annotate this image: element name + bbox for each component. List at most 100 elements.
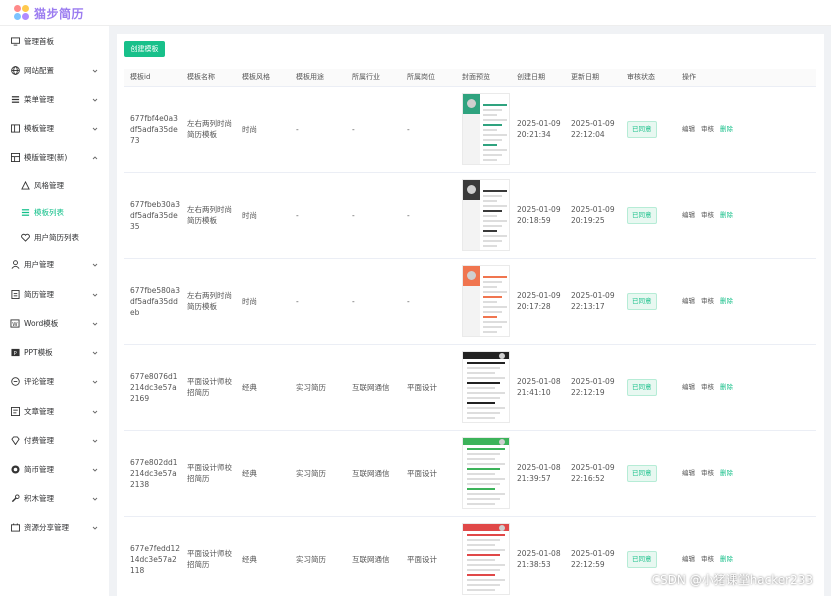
updated-date: 2025-01-09 22:12:19 [565, 344, 621, 431]
preview-text-line [467, 478, 505, 480]
chevron-down-icon [92, 320, 98, 326]
delete-button[interactable]: 删除 [720, 555, 733, 563]
template-table: 模板id 模板名称 模板风格 模板用途 所属行业 所属岗位 封面预览 创建日期 更新日期 审核状态… [124, 69, 816, 596]
sidebar-item[interactable]: 付费管理 [0, 428, 109, 452]
review-button[interactable]: 审核 [701, 125, 714, 133]
review-status-cell: 已同意 [621, 86, 676, 173]
template-style: 时尚 [236, 258, 290, 345]
status-badge: 已同意 [627, 464, 657, 482]
preview-text-line [483, 139, 502, 141]
sidebar: 管理首板网站配置菜单管理模板管理模版管理(新) 风格管理模板列表 用户简历列表 用户管… [0, 26, 109, 596]
review-button[interactable]: 审核 [701, 211, 714, 219]
template-industry: 互联网通信 [346, 430, 401, 517]
ppt-icon: P [10, 347, 20, 357]
cover-preview-image[interactable] [462, 179, 510, 251]
user-icon [10, 259, 20, 269]
preview-text-line [467, 498, 500, 500]
sidebar-item[interactable]: 评论管理 [0, 369, 109, 393]
sidebar-item[interactable]: 文章管理 [0, 399, 109, 423]
cover-preview-image[interactable] [462, 93, 510, 165]
sidebar-item[interactable]: 资源分享管理 [0, 515, 109, 539]
sidebar-item[interactable]: 风格管理 [0, 173, 109, 197]
sidebar-item[interactable]: 模板列表 [0, 200, 109, 224]
preview-text-line [483, 225, 502, 227]
edit-button[interactable]: 编辑 [682, 125, 695, 133]
app-logo[interactable]: 猫步简历 [14, 4, 84, 22]
review-button[interactable]: 审核 [701, 383, 714, 391]
sidebar-item[interactable]: 用户管理 [0, 252, 109, 276]
sidebar-item-label: 模版管理(新) [24, 152, 68, 162]
cover-preview-image[interactable] [462, 265, 510, 337]
updated-date: 2025-01-09 20:19:25 [565, 172, 621, 259]
delete-button[interactable]: 删除 [720, 125, 733, 133]
chevron-down-icon [92, 349, 98, 355]
sidebar-item[interactable]: 模版管理(新) [0, 145, 109, 169]
preview-text-line [467, 554, 500, 556]
review-button[interactable]: 审核 [701, 469, 714, 477]
sidebar-item[interactable]: 简历管理 [0, 282, 109, 306]
preview-text-line [467, 584, 500, 586]
article-icon [10, 406, 20, 416]
preview-avatar [467, 185, 476, 194]
preview-text-line [483, 230, 497, 232]
delete-button[interactable]: 删除 [720, 211, 733, 219]
delete-button[interactable]: 删除 [720, 469, 733, 477]
sidebar-item[interactable]: P PPT模板 [0, 340, 109, 364]
created-date: 2025-01-08 21:41:10 [511, 344, 565, 431]
edit-button[interactable]: 编辑 [682, 383, 695, 391]
actions-cell: 编辑 审核 删除 [676, 86, 816, 173]
edit-button[interactable]: 编辑 [682, 297, 695, 305]
sidebar-item-label: Word模板 [24, 318, 59, 328]
logo-icon [14, 5, 30, 21]
sidebar-item[interactable]: W Word模板 [0, 311, 109, 335]
sidebar-item[interactable]: 积木管理 [0, 486, 109, 510]
preview-text-line [467, 549, 505, 551]
template-position: - [401, 86, 456, 173]
column-header: 所属岗位 [401, 69, 456, 87]
template-position: - [401, 172, 456, 259]
cover-preview-image[interactable] [462, 523, 510, 595]
column-header: 所属行业 [346, 69, 401, 87]
updated-date: 2025-01-09 22:13:17 [565, 258, 621, 345]
delete-button[interactable]: 删除 [720, 383, 733, 391]
svg-text:P: P [13, 350, 16, 356]
edit-button[interactable]: 编辑 [682, 211, 695, 219]
create-template-button[interactable]: 创建模板 [124, 41, 165, 57]
preview-text-line [467, 382, 500, 384]
edit-button[interactable]: 编辑 [682, 555, 695, 563]
template-style: 经典 [236, 344, 290, 431]
template-usage: 实习简历 [290, 516, 346, 596]
preview-text-line [483, 124, 502, 126]
delete-button[interactable]: 删除 [720, 297, 733, 305]
sidebar-item[interactable]: 管理首板 [0, 29, 109, 53]
actions-cell: 编辑 审核 删除 [676, 344, 816, 431]
sidebar-item[interactable]: 简币管理 [0, 457, 109, 481]
sidebar-item-label: 简币管理 [24, 464, 54, 474]
preview-text-line [467, 453, 500, 455]
preview-text-line [467, 503, 495, 505]
status-badge: 已同意 [627, 550, 657, 568]
sidebar-item[interactable]: 用户简历列表 [0, 225, 109, 249]
cover-preview-cell [456, 86, 511, 173]
review-button[interactable]: 审核 [701, 555, 714, 563]
sidebar-item[interactable]: 菜单管理 [0, 87, 109, 111]
review-status-cell: 已同意 [621, 344, 676, 431]
sidebar-item-label: 模板管理 [24, 123, 54, 133]
sidebar-item[interactable]: 网站配置 [0, 58, 109, 82]
sidebar-item-label: 评论管理 [24, 376, 54, 386]
word-icon: W [10, 318, 20, 328]
column-header: 操作 [676, 69, 816, 87]
review-button[interactable]: 审核 [701, 297, 714, 305]
chevron-down-icon [92, 261, 98, 267]
review-status-cell: 已同意 [621, 430, 676, 517]
cover-preview-image[interactable] [462, 437, 510, 509]
edit-button[interactable]: 编辑 [682, 469, 695, 477]
template-position: 平面设计 [401, 516, 456, 596]
sidebar-item[interactable]: 模板管理 [0, 116, 109, 140]
table-header-row: 模板id 模板名称 模板风格 模板用途 所属行业 所属岗位 封面预览 创建日期 更新日期 审核状态… [124, 69, 816, 87]
cover-preview-image[interactable] [462, 351, 510, 423]
template-style: 经典 [236, 430, 290, 517]
template-usage: 实习简历 [290, 430, 346, 517]
main-content: 创建模板 模板id 模板名称 模板风格 模板用途 所属行业 所属岗位 封面预览 创建日期 更新日… [117, 34, 824, 596]
globe-icon [10, 65, 20, 75]
